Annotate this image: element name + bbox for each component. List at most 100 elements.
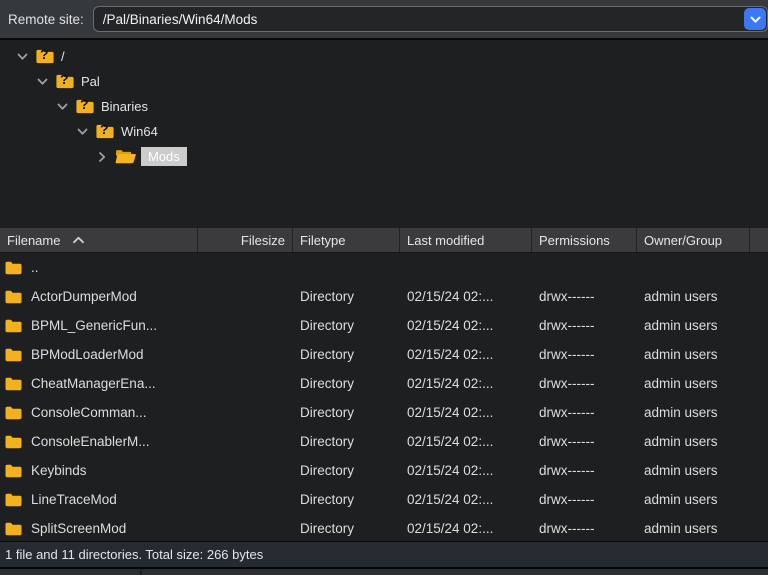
- file-row[interactable]: BPML_GenericFun... Directory 02/15/24 02…: [0, 311, 768, 340]
- filename: ConsoleEnablerM...: [31, 434, 150, 449]
- column-header-filler: [750, 228, 768, 252]
- file-row[interactable]: Keybinds Directory 02/15/24 02:... drwx-…: [0, 456, 768, 485]
- tree-item-label: Binaries: [101, 99, 148, 114]
- file-row[interactable]: ActorDumperMod Directory 02/15/24 02:...…: [0, 282, 768, 311]
- chevron-right-icon[interactable]: [96, 153, 108, 161]
- last-modified-cell: 02/15/24 02:...: [400, 318, 532, 333]
- folder-icon: [5, 435, 22, 449]
- folder-question-icon: ?: [35, 49, 55, 64]
- lower-panel-edge: [0, 567, 768, 575]
- file-row[interactable]: SplitScreenMod Directory 02/15/24 02:...…: [0, 514, 768, 541]
- owner-group-cell: admin users: [637, 318, 750, 333]
- last-modified-cell: 02/15/24 02:...: [400, 376, 532, 391]
- permissions-cell: drwx------: [532, 376, 637, 391]
- file-row[interactable]: LineTraceMod Directory 02/15/24 02:... d…: [0, 485, 768, 514]
- owner-group-cell: admin users: [637, 434, 750, 449]
- owner-group-cell: admin users: [637, 405, 750, 420]
- filename: Keybinds: [31, 463, 87, 478]
- filetype-cell: Directory: [293, 434, 400, 449]
- tree-item-pal[interactable]: ? Pal: [0, 69, 768, 94]
- column-header-filesize[interactable]: Filesize: [198, 228, 293, 252]
- file-list: .. ActorDumperMod Directory 02/15/24 02:…: [0, 253, 768, 541]
- file-row-parent-dir[interactable]: ..: [0, 253, 768, 282]
- folder-question-icon: ?: [75, 99, 95, 114]
- folder-icon: [5, 522, 22, 536]
- file-row[interactable]: ConsoleComman... Directory 02/15/24 02:.…: [0, 398, 768, 427]
- filetype-cell: Directory: [293, 492, 400, 507]
- permissions-cell: drwx------: [532, 405, 637, 420]
- filetype-cell: Directory: [293, 347, 400, 362]
- column-header-filename[interactable]: Filename: [0, 228, 198, 252]
- filename: ConsoleComman...: [31, 405, 147, 420]
- last-modified-cell: 02/15/24 02:...: [400, 347, 532, 362]
- tree-item-label: /: [61, 49, 65, 64]
- folder-icon: [5, 493, 22, 507]
- folder-question-icon: ?: [55, 74, 75, 89]
- last-modified-cell: 02/15/24 02:...: [400, 521, 532, 536]
- filetype-cell: Directory: [293, 318, 400, 333]
- tree-item-mods[interactable]: Mods: [0, 144, 768, 169]
- owner-group-cell: admin users: [637, 492, 750, 507]
- folder-open-icon: [115, 149, 135, 164]
- owner-group-cell: admin users: [637, 521, 750, 536]
- tree-item-label: Win64: [121, 124, 158, 139]
- folder-icon: [5, 406, 22, 420]
- file-row[interactable]: CheatManagerEna... Directory 02/15/24 02…: [0, 369, 768, 398]
- folder-icon: [5, 348, 22, 362]
- filename: ..: [31, 260, 39, 275]
- tree-item-label-selected: Mods: [141, 147, 187, 166]
- column-header-permissions[interactable]: Permissions: [532, 228, 637, 252]
- tree-item-win64[interactable]: ? Win64: [0, 119, 768, 144]
- filename: LineTraceMod: [31, 492, 117, 507]
- remote-directory-tree: ? / ? Pal ? Binaries ? Win64 Mods: [0, 40, 768, 228]
- filetype-cell: Directory: [293, 405, 400, 420]
- file-row[interactable]: BPModLoaderMod Directory 02/15/24 02:...…: [0, 340, 768, 369]
- owner-group-cell: admin users: [637, 376, 750, 391]
- directory-summary-bar: 1 file and 11 directories. Total size: 2…: [0, 541, 768, 567]
- column-header-owner-group[interactable]: Owner/Group: [637, 228, 750, 252]
- tree-item-label: Pal: [81, 74, 100, 89]
- last-modified-cell: 02/15/24 02:...: [400, 492, 532, 507]
- filetype-cell: Directory: [293, 376, 400, 391]
- permissions-cell: drwx------: [532, 463, 637, 478]
- file-list-header: Filename Filesize Filetype Last modified…: [0, 228, 768, 253]
- filetype-cell: Directory: [293, 521, 400, 536]
- folder-icon: [5, 261, 22, 275]
- last-modified-cell: 02/15/24 02:...: [400, 405, 532, 420]
- tree-item-binaries[interactable]: ? Binaries: [0, 94, 768, 119]
- folder-icon: [5, 377, 22, 391]
- permissions-cell: drwx------: [532, 492, 637, 507]
- owner-group-cell: admin users: [637, 347, 750, 362]
- filename: CheatManagerEna...: [31, 376, 156, 391]
- folder-icon: [5, 290, 22, 304]
- filetype-cell: Directory: [293, 289, 400, 304]
- remote-path-input[interactable]: [94, 7, 767, 31]
- chevron-down-icon: [750, 10, 761, 28]
- folder-question-icon: ?: [95, 124, 115, 139]
- sort-ascending-icon: [72, 236, 85, 244]
- filename: SplitScreenMod: [31, 521, 126, 536]
- filetype-cell: Directory: [293, 463, 400, 478]
- column-header-last-modified[interactable]: Last modified: [400, 228, 532, 252]
- last-modified-cell: 02/15/24 02:...: [400, 289, 532, 304]
- remote-site-label: Remote site:: [8, 12, 84, 27]
- lower-panel-column-divider: [140, 569, 142, 575]
- folder-icon: [5, 319, 22, 333]
- chevron-down-icon[interactable]: [56, 103, 68, 111]
- remote-path-dropdown-button[interactable]: [744, 8, 766, 30]
- chevron-down-icon[interactable]: [36, 78, 48, 86]
- permissions-cell: drwx------: [532, 521, 637, 536]
- permissions-cell: drwx------: [532, 347, 637, 362]
- directory-summary-text: 1 file and 11 directories. Total size: 2…: [5, 547, 263, 562]
- remote-path-combobox[interactable]: [93, 6, 768, 32]
- tree-item-root[interactable]: ? /: [0, 44, 768, 69]
- remote-site-bar: Remote site:: [0, 0, 768, 38]
- folder-icon: [5, 464, 22, 478]
- filename: ActorDumperMod: [31, 289, 137, 304]
- file-row[interactable]: ConsoleEnablerM... Directory 02/15/24 02…: [0, 427, 768, 456]
- chevron-down-icon[interactable]: [16, 53, 28, 61]
- column-header-filetype[interactable]: Filetype: [293, 228, 400, 252]
- chevron-down-icon[interactable]: [76, 128, 88, 136]
- owner-group-cell: admin users: [637, 463, 750, 478]
- last-modified-cell: 02/15/24 02:...: [400, 434, 532, 449]
